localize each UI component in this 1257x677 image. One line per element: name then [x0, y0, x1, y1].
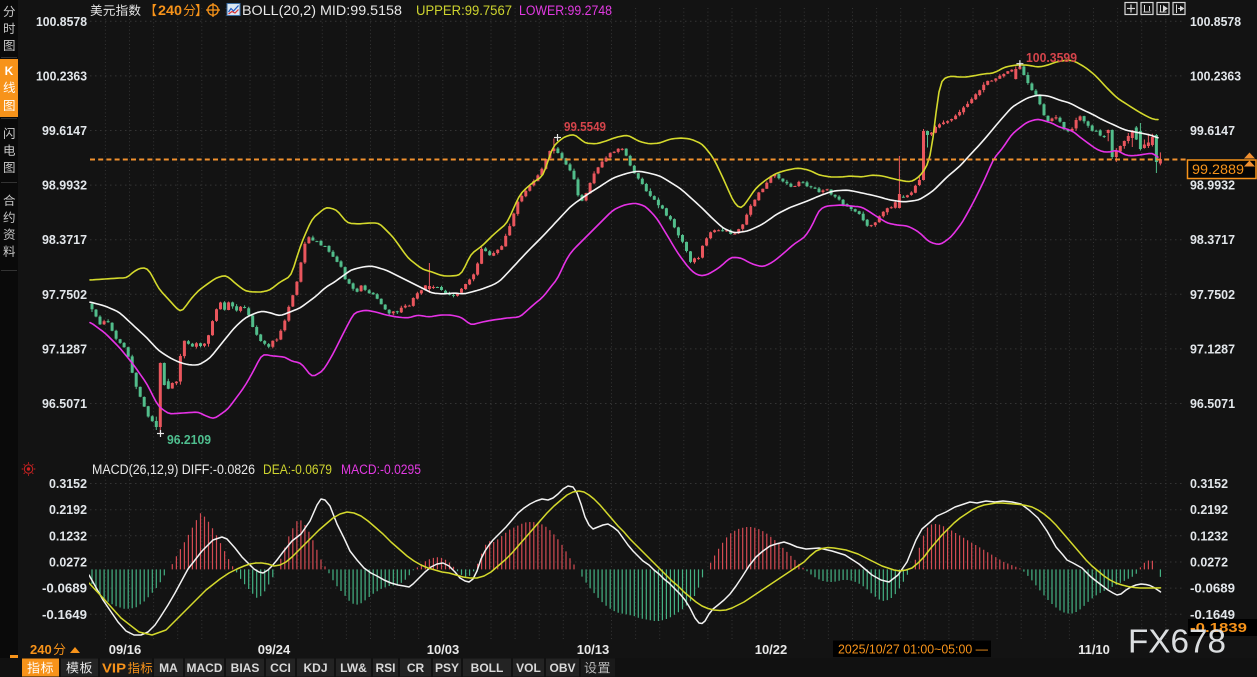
svg-text:100.2363: 100.2363 — [1190, 68, 1241, 83]
svg-text:0.2192: 0.2192 — [49, 502, 87, 517]
svg-text:KDJ: KDJ — [303, 661, 327, 675]
svg-text:CCI: CCI — [270, 661, 291, 675]
svg-text:97.7502: 97.7502 — [42, 287, 87, 302]
svg-text:97.1287: 97.1287 — [42, 341, 87, 356]
svg-text:BOLL: BOLL — [471, 661, 504, 675]
svg-text:99.5549: 99.5549 — [564, 119, 606, 134]
svg-text:100.2363: 100.2363 — [36, 68, 87, 83]
svg-text:0.1232: 0.1232 — [49, 528, 87, 543]
svg-text:99.6147: 99.6147 — [1190, 123, 1235, 138]
svg-text:CR: CR — [407, 661, 425, 675]
svg-text:MACD(26,12,9) DIFF:-0.0826: MACD(26,12,9) DIFF:-0.0826 — [92, 462, 255, 477]
svg-text:-0.0689: -0.0689 — [1190, 581, 1235, 596]
svg-text:09/16: 09/16 — [109, 642, 142, 657]
svg-text:240: 240 — [30, 642, 52, 657]
svg-text:96.5071: 96.5071 — [1190, 396, 1235, 411]
svg-text:100.3599: 100.3599 — [1026, 50, 1077, 65]
svg-text:K: K — [5, 64, 14, 78]
svg-text:10/22: 10/22 — [755, 642, 788, 657]
svg-text:0.2192: 0.2192 — [1190, 502, 1228, 517]
svg-text:98.3717: 98.3717 — [42, 232, 87, 247]
svg-text:LOWER:99.2748: LOWER:99.2748 — [519, 3, 612, 18]
svg-text:-0.1649: -0.1649 — [42, 607, 87, 622]
svg-text:10/03: 10/03 — [427, 642, 460, 657]
svg-text:100.8578: 100.8578 — [1190, 14, 1241, 29]
svg-text:DEA:-0.0679: DEA:-0.0679 — [263, 462, 332, 477]
svg-text:96.2109: 96.2109 — [167, 432, 211, 447]
svg-text:11/10: 11/10 — [1078, 642, 1110, 657]
svg-text:98.3717: 98.3717 — [1190, 232, 1235, 247]
svg-text:PSY: PSY — [435, 661, 459, 675]
svg-text:VIP: VIP — [102, 662, 126, 676]
svg-text:FX678: FX678 — [1128, 624, 1226, 661]
svg-text:2025/10/27 01:00~05:00 —: 2025/10/27 01:00~05:00 — — [838, 642, 988, 657]
svg-text:96.5071: 96.5071 — [42, 396, 87, 411]
svg-text:97.1287: 97.1287 — [1190, 341, 1235, 356]
svg-text:98.9932: 98.9932 — [42, 178, 87, 193]
svg-text:VOL: VOL — [516, 661, 541, 675]
svg-text:100.8578: 100.8578 — [36, 14, 87, 29]
svg-text:240: 240 — [158, 3, 182, 18]
svg-text:0.3152: 0.3152 — [49, 476, 87, 491]
svg-text:99.2889: 99.2889 — [1192, 162, 1244, 177]
svg-text:99.6147: 99.6147 — [42, 123, 87, 138]
svg-text:LW&: LW& — [340, 661, 367, 675]
svg-text:0.3152: 0.3152 — [1190, 476, 1228, 491]
svg-text:09/24: 09/24 — [258, 642, 291, 657]
svg-text:MACD: MACD — [187, 661, 223, 675]
svg-text:BOLL(20,2) MID:99.5158: BOLL(20,2) MID:99.5158 — [242, 3, 402, 18]
svg-text:OBV: OBV — [549, 661, 575, 675]
svg-text:97.7502: 97.7502 — [1190, 287, 1235, 302]
svg-text:RSI: RSI — [375, 661, 395, 675]
svg-text:MACD:-0.0295: MACD:-0.0295 — [341, 462, 421, 477]
svg-text:0.1232: 0.1232 — [1190, 528, 1228, 543]
svg-text:98.9932: 98.9932 — [1190, 178, 1235, 193]
svg-text:-0.0689: -0.0689 — [42, 581, 87, 596]
svg-text:10/13: 10/13 — [577, 642, 610, 657]
svg-text:MA: MA — [159, 661, 178, 675]
svg-text:0.0272: 0.0272 — [1190, 554, 1228, 569]
svg-text:UPPER:99.7567: UPPER:99.7567 — [416, 3, 512, 18]
svg-text:BIAS: BIAS — [231, 661, 260, 675]
svg-text:0.0272: 0.0272 — [49, 554, 87, 569]
